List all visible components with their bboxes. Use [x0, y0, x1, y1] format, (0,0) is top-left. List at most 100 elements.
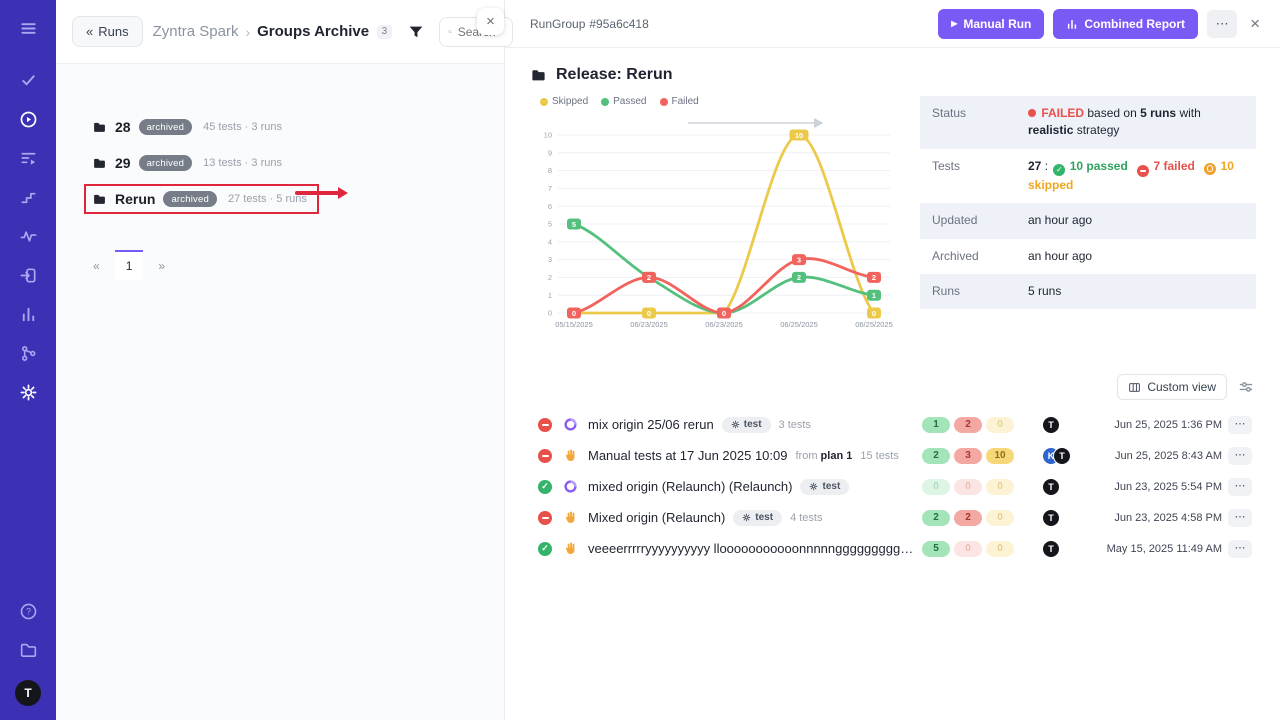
- svg-text:06/23/2025: 06/23/2025: [705, 320, 743, 329]
- folder-icon: [92, 120, 107, 135]
- run-row[interactable]: mix origin 25/06 rerun test 3 tests 120 …: [530, 409, 1256, 440]
- svg-text:2: 2: [548, 273, 552, 282]
- run-title[interactable]: mixed origin (Relaunch) (Relaunch): [588, 479, 792, 494]
- chevrons-left-icon: «: [86, 24, 93, 39]
- run-title[interactable]: veeeerrrrryyyyyyyyyy llooooooooooonnnnng…: [588, 541, 916, 556]
- pagination-page-1[interactable]: 1: [115, 250, 144, 280]
- combined-report-button[interactable]: Combined Report: [1053, 9, 1198, 39]
- run-row[interactable]: mixed origin (Relaunch) (Relaunch) test …: [530, 471, 1256, 502]
- group-list-item[interactable]: 28 archived 45 tests · 3 runs: [84, 112, 294, 142]
- test-plans-icon[interactable]: [13, 143, 43, 173]
- more-icon: ⋯: [1235, 542, 1246, 554]
- runs-play-icon[interactable]: [13, 104, 43, 134]
- archived-badge: archived: [139, 119, 193, 135]
- menu-icon[interactable]: [13, 13, 43, 43]
- legend-failed: Failed: [660, 96, 699, 107]
- panel-close-button[interactable]: ×: [477, 8, 504, 35]
- group-list-item[interactable]: Rerun archived 27 tests · 5 runs: [84, 184, 319, 214]
- updated-value: an hour ago: [1028, 212, 1244, 229]
- run-menu-button[interactable]: ⋯: [1228, 416, 1252, 434]
- columns-icon: [1128, 381, 1141, 394]
- rungroup-title: RunGroup #95a6c418: [530, 17, 649, 31]
- settings-gear-icon[interactable]: [13, 377, 43, 407]
- pagination-prev[interactable]: «: [82, 250, 111, 280]
- folder-icon: [92, 156, 107, 171]
- sidebar: ? T: [0, 0, 56, 720]
- svg-text:?: ?: [25, 606, 30, 616]
- import-icon[interactable]: [13, 260, 43, 290]
- run-row[interactable]: Manual tests at 17 Jun 2025 10:09 from p…: [530, 440, 1256, 471]
- run-result-pills: 120: [922, 417, 1022, 433]
- help-icon[interactable]: ?: [13, 596, 43, 626]
- pagination-next[interactable]: »: [147, 250, 176, 280]
- legend-passed: Passed: [601, 96, 646, 107]
- user-avatar[interactable]: T: [15, 680, 41, 706]
- group-name: 28: [115, 119, 131, 135]
- run-origin-icon: [562, 448, 578, 464]
- run-date: Jun 23, 2025 5:54 PM: [1090, 481, 1222, 493]
- count-pill-failed: 2: [954, 510, 982, 526]
- chart-legend: SkippedPassedFailed: [540, 96, 902, 107]
- play-icon: ▶: [951, 19, 957, 28]
- count-pill-failed: 0: [954, 541, 982, 557]
- svg-text:2: 2: [797, 273, 801, 282]
- svg-text:6: 6: [548, 202, 552, 211]
- svg-text:2: 2: [872, 273, 876, 282]
- search-icon: [448, 25, 452, 38]
- custom-view-button[interactable]: Custom view: [1117, 374, 1227, 400]
- sliders-icon[interactable]: [1238, 379, 1254, 395]
- groups-count-badge: 3: [377, 25, 392, 39]
- gear-icon: [742, 513, 751, 522]
- more-icon: ⋯: [1235, 449, 1246, 461]
- filter-button[interactable]: [402, 18, 430, 46]
- status-badge: FAILED: [1041, 106, 1084, 120]
- group-name: Rerun: [115, 191, 155, 207]
- run-origin-icon: [562, 479, 578, 495]
- analytics-icon[interactable]: [13, 299, 43, 329]
- close-icon: ×: [486, 14, 495, 29]
- run-title[interactable]: Manual tests at 17 Jun 2025 10:09: [588, 448, 787, 463]
- run-date: Jun 23, 2025 4:58 PM: [1090, 512, 1222, 524]
- run-result-pills: 500: [922, 541, 1022, 557]
- group-list-item[interactable]: 29 archived 13 tests · 3 runs: [84, 148, 294, 178]
- run-menu-button[interactable]: ⋯: [1228, 447, 1252, 465]
- run-row[interactable]: Mixed origin (Relaunch) test 4 tests 220…: [530, 502, 1256, 533]
- detail-close-button[interactable]: ×: [1246, 14, 1264, 34]
- branches-icon[interactable]: [13, 338, 43, 368]
- run-status-icon: [538, 480, 552, 494]
- run-menu-button[interactable]: ⋯: [1228, 509, 1252, 527]
- back-to-runs-button[interactable]: « Runs: [72, 16, 143, 47]
- run-title[interactable]: Mixed origin (Relaunch): [588, 510, 725, 525]
- count-pill-skipped: 0: [986, 417, 1014, 433]
- rungroup-id: #95a6c418: [589, 17, 648, 31]
- more-actions-button[interactable]: ⋯: [1207, 10, 1237, 38]
- svg-text:0: 0: [722, 309, 726, 318]
- archived-badge: archived: [139, 155, 193, 171]
- count-pill-passed: 5: [922, 541, 950, 557]
- run-tag-badge: test: [800, 479, 849, 495]
- manual-run-button[interactable]: ▶ Manual Run: [938, 9, 1044, 39]
- folder-icon: [92, 192, 107, 207]
- run-row[interactable]: veeeerrrrryyyyyyyyyy llooooooooooonnnnng…: [530, 533, 1256, 564]
- run-title[interactable]: mix origin 25/06 rerun: [588, 417, 714, 432]
- pagination: « 1 »: [82, 250, 504, 280]
- avatar: T: [1053, 447, 1071, 465]
- pulse-icon[interactable]: [13, 221, 43, 251]
- group-meta: 27 tests · 5 runs: [228, 193, 307, 205]
- svg-text:5: 5: [548, 220, 552, 229]
- steps-icon[interactable]: [13, 182, 43, 212]
- checklist-icon[interactable]: [13, 65, 43, 95]
- run-avatars: T: [1028, 478, 1084, 496]
- run-avatars: T: [1028, 416, 1084, 434]
- gear-icon: [809, 482, 818, 491]
- projects-folder-icon[interactable]: [13, 635, 43, 665]
- run-tag-badge: test: [733, 510, 782, 526]
- run-menu-button[interactable]: ⋯: [1228, 540, 1252, 558]
- run-result-pills: 220: [922, 510, 1022, 526]
- run-menu-button[interactable]: ⋯: [1228, 478, 1252, 496]
- count-pill-passed: 2: [922, 448, 950, 464]
- breadcrumb-project[interactable]: Zyntra Spark: [153, 23, 239, 40]
- view-toolbar: Custom view: [530, 374, 1254, 400]
- run-tag-badge: test: [722, 417, 771, 433]
- count-pill-passed: 2: [922, 510, 950, 526]
